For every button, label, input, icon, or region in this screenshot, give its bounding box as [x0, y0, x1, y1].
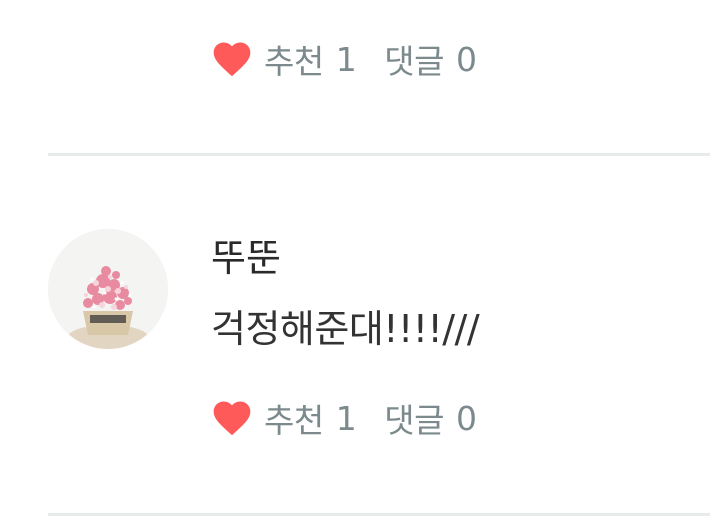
comment-text: 걱정해준대!!!!/// [211, 307, 480, 351]
reply-count: 0 [455, 39, 477, 79]
comment-divider [48, 153, 710, 156]
reply-label[interactable]: 댓글 [384, 35, 444, 83]
comment-author[interactable]: 뚜뚠 [211, 232, 281, 284]
like-label[interactable]: 추천 [264, 35, 324, 83]
avatar[interactable] [48, 229, 168, 349]
like-label[interactable]: 추천 [264, 394, 324, 442]
heart-icon[interactable] [210, 396, 254, 440]
like-count: 1 [335, 39, 357, 79]
heart-icon[interactable] [210, 37, 254, 81]
comment-list: 추천 1 댓글 0 뚜뚠 걱정해준대!!!!/// 추천 1 댓글 0 [0, 0, 710, 532]
reply-label[interactable]: 댓글 [384, 394, 444, 442]
comment-divider [48, 513, 710, 516]
like-count: 1 [335, 398, 357, 438]
comment-actions: 추천 1 댓글 0 [210, 394, 477, 442]
comment-actions: 추천 1 댓글 0 [210, 35, 477, 83]
flower-bouquet-avatar [48, 229, 168, 349]
reply-count: 0 [455, 398, 477, 438]
